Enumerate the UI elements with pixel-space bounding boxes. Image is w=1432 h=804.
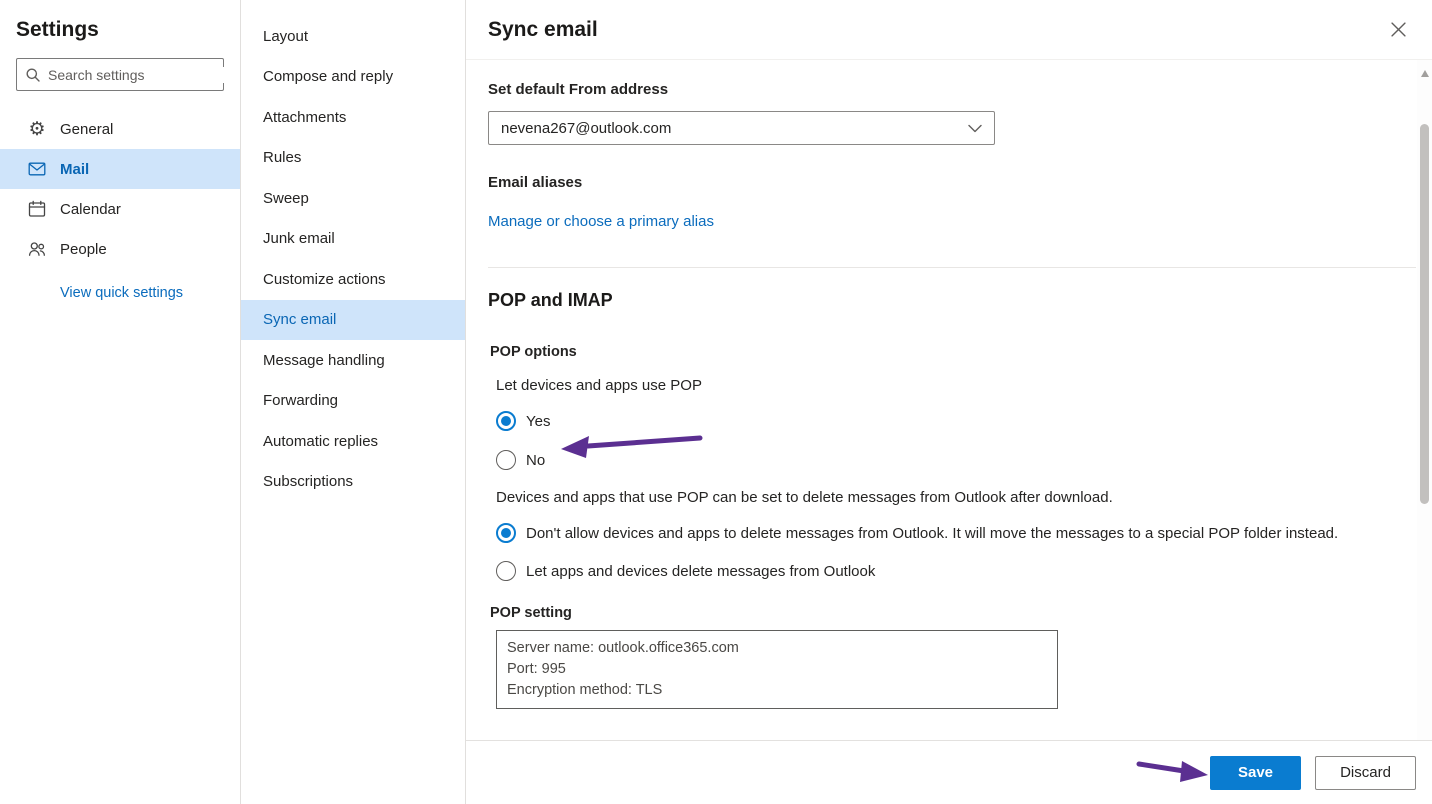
- gear-icon: ⚙: [28, 120, 46, 139]
- scrollbar-thumb[interactable]: [1420, 124, 1429, 504]
- pop-setting-box: Server name: outlook.office365.com Port:…: [496, 630, 1058, 709]
- from-address-label: Set default From address: [488, 81, 1392, 98]
- pop-port-line: Port: 995: [507, 659, 1047, 680]
- settings-window: Settings ⚙ General Mail: [0, 0, 1432, 804]
- from-address-dropdown[interactable]: nevena267@outlook.com: [488, 111, 995, 145]
- section-divider: [488, 267, 1416, 268]
- mail-icon: [28, 160, 46, 178]
- sidebar-item-calendar[interactable]: Calendar: [0, 189, 240, 229]
- dont-allow-delete-label: Don't allow devices and apps to delete m…: [526, 525, 1338, 542]
- close-icon[interactable]: [1391, 22, 1406, 37]
- panel-header: Sync email: [466, 0, 1432, 60]
- from-address-value: nevena267@outlook.com: [501, 120, 671, 137]
- pop-options-label: POP options: [488, 344, 1392, 360]
- calendar-icon: [28, 200, 46, 218]
- pop-no-label: No: [526, 452, 545, 469]
- subnav-item-sync-email[interactable]: Sync email: [241, 300, 465, 341]
- save-button[interactable]: Save: [1210, 756, 1301, 790]
- scroll-up-icon[interactable]: [1421, 70, 1429, 77]
- pop-delete-note: Devices and apps that use POP can be set…: [488, 489, 1392, 506]
- search-icon: [25, 67, 41, 83]
- sync-email-panel: Sync email Set default From address neve…: [466, 0, 1432, 804]
- sidebar-item-label: Mail: [60, 161, 89, 178]
- discard-button[interactable]: Discard: [1315, 756, 1416, 790]
- pop-encryption-line: Encryption method: TLS: [507, 680, 1047, 701]
- radio-unchecked-icon[interactable]: [496, 561, 516, 581]
- subnav-item-attachments[interactable]: Attachments: [241, 97, 465, 138]
- radio-checked-icon[interactable]: [496, 411, 516, 431]
- sidebar-item-general[interactable]: ⚙ General: [0, 109, 240, 149]
- panel-scrollbar[interactable]: [1417, 60, 1432, 740]
- subnav-item-message-handling[interactable]: Message handling: [241, 340, 465, 381]
- people-icon: [28, 240, 46, 258]
- subnav-item-customize-actions[interactable]: Customize actions: [241, 259, 465, 300]
- dont-allow-delete-radio[interactable]: Don't allow devices and apps to delete m…: [488, 523, 1392, 543]
- pop-imap-heading: POP and IMAP: [488, 290, 1392, 311]
- subnav-item-subscriptions[interactable]: Subscriptions: [241, 462, 465, 503]
- panel-title: Sync email: [488, 18, 598, 42]
- sidebar-item-label: Calendar: [60, 201, 121, 218]
- subnav-item-junk-email[interactable]: Junk email: [241, 219, 465, 260]
- subnav-item-sweep[interactable]: Sweep: [241, 178, 465, 219]
- pop-server-line: Server name: outlook.office365.com: [507, 638, 1047, 659]
- subnav-item-rules[interactable]: Rules: [241, 138, 465, 179]
- allow-delete-label: Let apps and devices delete messages fro…: [526, 563, 875, 580]
- pop-yes-label: Yes: [526, 413, 550, 430]
- subnav-item-layout[interactable]: Layout: [241, 16, 465, 57]
- sidebar-item-label: General: [60, 121, 113, 138]
- panel-footer: Save Discard: [466, 740, 1432, 804]
- email-aliases-label: Email aliases: [488, 174, 1392, 191]
- subnav-item-forwarding[interactable]: Forwarding: [241, 381, 465, 422]
- pop-yes-radio[interactable]: Yes: [488, 411, 1392, 431]
- radio-unchecked-icon[interactable]: [496, 450, 516, 470]
- allow-delete-radio[interactable]: Let apps and devices delete messages fro…: [488, 561, 1392, 581]
- mail-settings-subnav: Layout Compose and reply Attachments Rul…: [241, 0, 466, 804]
- radio-checked-icon[interactable]: [496, 523, 516, 543]
- chevron-down-icon: [968, 124, 982, 133]
- manage-alias-link[interactable]: Manage or choose a primary alias: [488, 213, 714, 230]
- use-pop-question: Let devices and apps use POP: [488, 377, 1392, 394]
- subnav-item-automatic-replies[interactable]: Automatic replies: [241, 421, 465, 462]
- settings-search-box[interactable]: [16, 58, 224, 91]
- view-quick-settings-link[interactable]: View quick settings: [60, 285, 183, 301]
- pop-no-radio[interactable]: No: [488, 450, 1392, 470]
- subnav-item-compose-and-reply[interactable]: Compose and reply: [241, 57, 465, 98]
- search-input[interactable]: [48, 67, 229, 83]
- sidebar-item-label: People: [60, 241, 107, 258]
- panel-content: Set default From address nevena267@outlo…: [466, 60, 1432, 740]
- sidebar-item-people[interactable]: People: [0, 229, 240, 269]
- settings-title: Settings: [0, 14, 240, 58]
- sidebar-item-mail[interactable]: Mail: [0, 149, 240, 189]
- settings-sidebar: Settings ⚙ General Mail: [0, 0, 241, 804]
- pop-setting-label: POP setting: [488, 605, 1392, 621]
